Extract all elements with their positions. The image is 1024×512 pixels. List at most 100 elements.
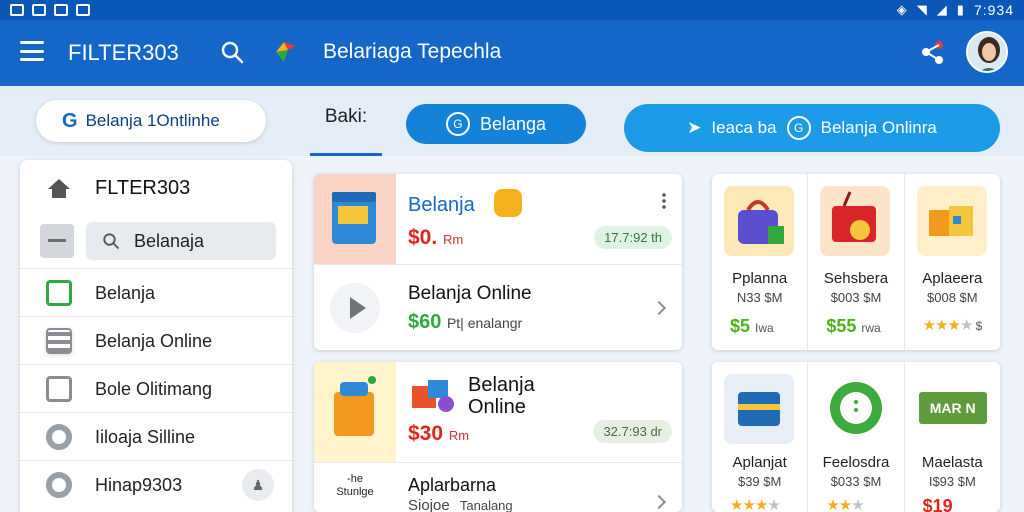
chip-belanga[interactable]: G Belanga	[406, 104, 586, 144]
sidebar-item-belanja[interactable]: Belanja	[20, 268, 292, 316]
sidebar-item-label: Iiloaja Silline	[95, 427, 196, 447]
ring-icon	[46, 472, 72, 498]
notification-icon	[10, 4, 24, 16]
grid-icon	[46, 328, 72, 354]
item-title: Aplarbarna	[408, 475, 497, 495]
product-card[interactable]: Belanja Online $30 Rm 32.7:93 dr -he Stu…	[314, 362, 682, 512]
sidebar-item-bole[interactable]: Bole Olitimang	[20, 364, 292, 412]
product-name: Belanja Online	[468, 374, 535, 418]
app-logo-icon	[276, 42, 296, 62]
chip-belanja-online[interactable]: G Belanja 1Ontlinhe	[36, 100, 266, 142]
sidebar-list: Belanja Belanja Online Bole Olitimang Ii…	[20, 268, 292, 508]
price-note: Pt| enalangr	[446, 315, 523, 331]
grid-item-price: $5 Iwa	[730, 316, 774, 337]
product-price: $0. Rm	[408, 226, 463, 250]
sidebar-item-label: Belanja Online	[95, 331, 213, 351]
share-icon[interactable]	[918, 37, 948, 67]
sidebar-item-label: Bole Olitimang	[95, 379, 213, 399]
more-icon[interactable]	[662, 192, 666, 210]
g-logo-icon: G	[62, 109, 78, 132]
message-icon	[76, 4, 90, 16]
list-item[interactable]: Belanja Online $60 Pt| enalangr	[314, 264, 682, 350]
grid-item-name: Maelasta	[921, 454, 983, 471]
search-value: Belanaja	[134, 230, 205, 251]
tab-baki[interactable]: Baki:	[310, 106, 382, 156]
sidebar: FLTER303 Belanaja Belanja Belanja Online…	[20, 160, 292, 512]
tag-icon: ➤	[687, 118, 702, 137]
item-sub: Tanalang	[459, 498, 513, 512]
app-grid: Aplanjat $39 $M ★★★★ Feelosdra $033 $M ★…	[712, 362, 1000, 512]
package-icon	[916, 186, 987, 256]
price-value: $5	[730, 316, 751, 336]
card-icon	[724, 374, 794, 444]
thumb-label: Stunlge	[336, 486, 374, 498]
grid-item-sub: $033 $M	[830, 474, 882, 489]
status-bar: ◈ ◥ ◢ ▮ 7:934	[0, 0, 1024, 20]
list-item[interactable]: -he Stunlge Aplarbarna Siojoe Tanalang	[314, 462, 682, 512]
thumb-label: -he	[347, 473, 363, 485]
ring-icon	[46, 424, 72, 450]
home-icon[interactable]	[46, 177, 72, 199]
price-note: Iwa	[755, 321, 774, 335]
grid-item[interactable]: Feelosdra $033 $M ★★★	[808, 362, 905, 512]
grid-item[interactable]: Aplaeera $008 $M ★★★★ $	[905, 174, 1000, 350]
g-logo-icon: G	[445, 112, 470, 136]
avatar[interactable]	[966, 31, 1008, 73]
rating-stars: ★★★	[826, 497, 864, 512]
grid-item-name: Aplanjat	[732, 454, 787, 471]
cart-icon	[820, 186, 891, 256]
play-icon[interactable]	[330, 283, 380, 333]
price-note: rwa	[861, 321, 881, 335]
app-title: FILTER303	[68, 40, 179, 65]
grid-item-price: $19	[922, 496, 953, 512]
shopping-bag-icon	[724, 186, 794, 256]
product-name: Belanja	[408, 194, 475, 216]
chip-belanja-onlinra[interactable]: ➤ Ieaca ba G Belanja Onlinra	[624, 104, 1000, 152]
menu-icon[interactable]	[20, 41, 44, 61]
sidebar-search-input[interactable]: Belanaja	[86, 222, 276, 260]
location-icon: ◈	[896, 2, 907, 17]
product-thumbnail	[314, 362, 396, 462]
app-bar: FILTER303 Belariaga Tepechla	[0, 20, 1024, 86]
battery-icon: ▮	[956, 2, 964, 17]
grid-item[interactable]: MAR N Maelasta I$93 $M $19	[905, 362, 1000, 512]
grid-item[interactable]: Sehsbera $003 $M $55 rwa	[808, 174, 905, 350]
grid-item-name: Aplaeera	[922, 270, 983, 287]
calendar-icon	[54, 4, 68, 16]
price-value: $60	[408, 311, 442, 333]
shopping-box-icon	[332, 192, 376, 244]
wifi-icon: ◥	[916, 2, 927, 17]
box-icon	[46, 376, 72, 402]
grid-item[interactable]: Aplanjat $39 $M ★★★★	[712, 362, 809, 512]
marn-label: MAR N	[918, 392, 987, 424]
item-thumb-label: -he Stunlge	[322, 473, 388, 499]
sidebar-item-hinap[interactable]: Hinap9303 ♟	[20, 460, 292, 508]
g-logo-icon: G	[786, 116, 811, 140]
price-unit: Rm	[443, 232, 464, 247]
grid-item-price: $55 rwa	[826, 316, 880, 337]
grid-item-sub: $39 $M	[737, 474, 782, 489]
item-subtitle: Siojoe Tanalang	[408, 497, 513, 512]
grid-item-sub: I$93 $M	[928, 474, 976, 489]
green-square-icon	[46, 280, 72, 306]
search-icon	[103, 233, 120, 250]
badge-icon	[494, 189, 522, 217]
product-name-line: Belanja	[468, 374, 535, 396]
sidebar-item-iiloaja[interactable]: Iiloaja Silline	[20, 412, 292, 460]
sidebar-item-belanja-online[interactable]: Belanja Online	[20, 316, 292, 364]
item-title: Belanja Online	[408, 283, 532, 304]
grid-item[interactable]: Pplanna N33 $M $5 Iwa	[712, 174, 809, 350]
status-badge: 32.7:93 dr	[593, 420, 672, 443]
price-value: $0.	[408, 226, 438, 249]
status-badge: 17.7:92 th	[594, 226, 672, 249]
person-icon[interactable]: ♟	[242, 469, 274, 501]
product-price: $30 Rm	[408, 422, 469, 446]
sidebar-item-label: Belanja	[95, 283, 156, 303]
chat-bubble-icon	[820, 374, 891, 444]
collapse-icon[interactable]	[40, 224, 74, 258]
chip-label: Ieaca ba	[711, 118, 777, 137]
sidebar-item-label: Hinap9303	[95, 475, 183, 495]
search-icon[interactable]	[220, 40, 244, 64]
product-card[interactable]: Belanja $0. Rm 17.7:92 th Belanja Online…	[314, 174, 682, 350]
product-name-line: Online	[468, 396, 526, 418]
